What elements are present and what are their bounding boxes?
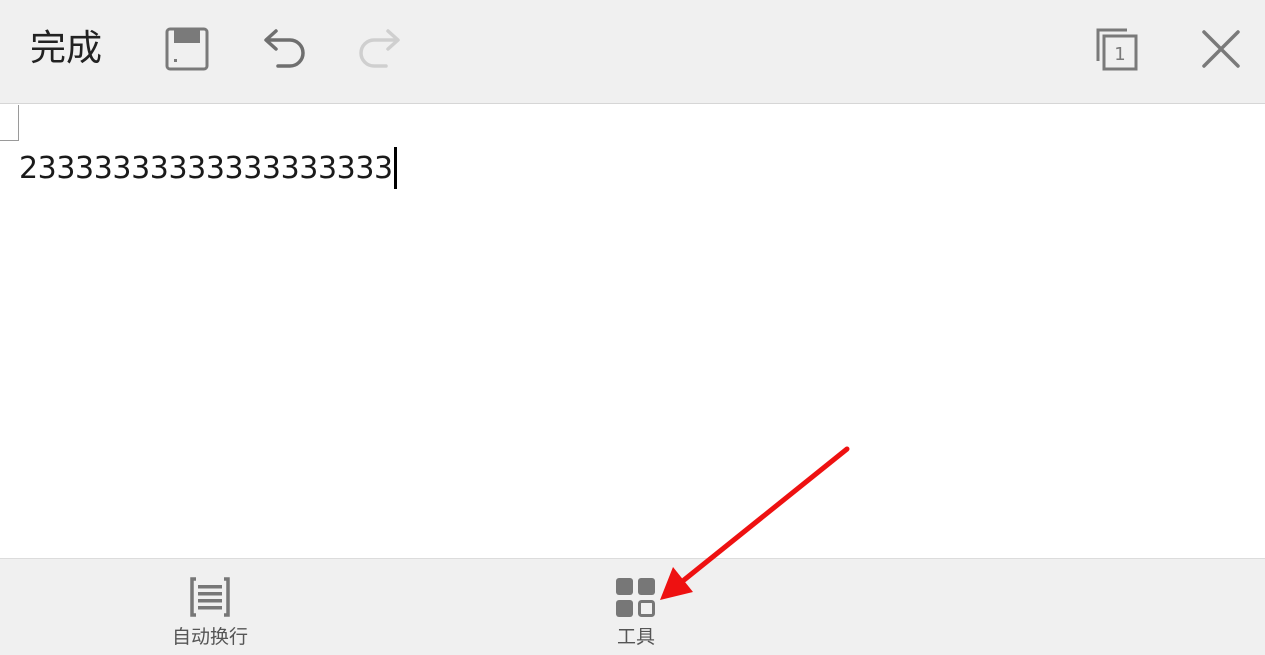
text-editor-app: 完成 1 23333333333333333333 自动换行 工具	[0, 0, 1265, 655]
page-count-text: 1	[1114, 44, 1125, 65]
tools-label: 工具	[616, 626, 655, 648]
redo-icon	[356, 26, 404, 72]
undo-icon[interactable]	[260, 26, 308, 72]
tools-grid-icon	[615, 577, 657, 623]
page-corner-marker	[0, 105, 19, 141]
word-wrap-label: 自动换行	[171, 626, 248, 648]
editor-text-line[interactable]: 23333333333333333333	[19, 146, 397, 189]
word-wrap-icon	[188, 577, 232, 621]
done-button[interactable]: 完成	[30, 24, 102, 74]
page-count-icon[interactable]: 1	[1094, 25, 1140, 73]
text-cursor	[393, 146, 397, 189]
editor-text: 23333333333333333333	[19, 151, 393, 186]
word-wrap-button[interactable]: 自动换行	[150, 559, 270, 655]
editor-area[interactable]: 23333333333333333333	[0, 105, 1265, 558]
close-icon[interactable]	[1198, 26, 1244, 72]
tools-button[interactable]: 工具	[576, 559, 696, 655]
top-toolbar: 完成 1	[0, 0, 1265, 104]
save-icon[interactable]	[164, 26, 210, 72]
bottom-toolbar: 自动换行 工具	[0, 558, 1265, 655]
